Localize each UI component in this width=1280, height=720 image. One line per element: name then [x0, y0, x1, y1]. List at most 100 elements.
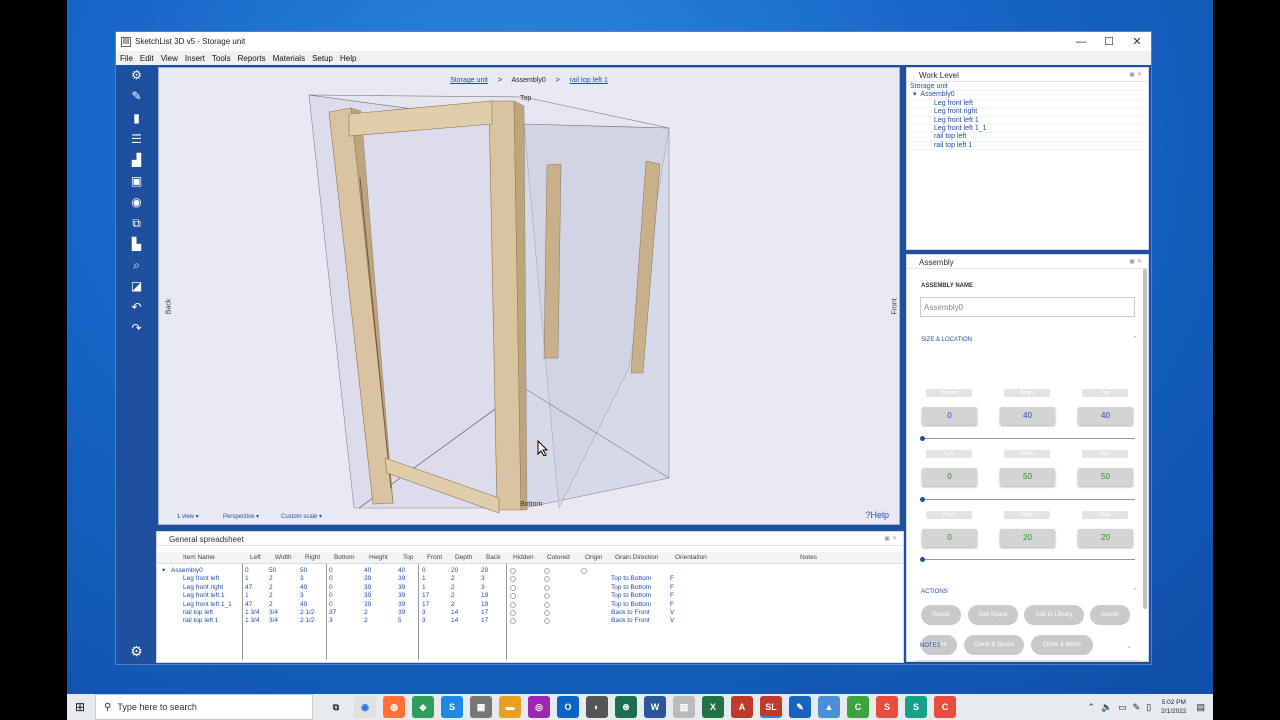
task-view-icon[interactable]: ⧉: [325, 696, 347, 718]
col-notes[interactable]: Notes: [800, 554, 817, 561]
add-to-library-button[interactable]: Add to Library: [1024, 605, 1084, 625]
tree-item[interactable]: rail top left: [910, 133, 1148, 142]
col-origin[interactable]: Origin: [585, 554, 602, 561]
maximize-button[interactable]: ☐: [1095, 35, 1123, 48]
col-colored[interactable]: Colored: [547, 554, 570, 561]
assembly-scrollbar[interactable]: [1143, 269, 1147, 609]
slider-knob[interactable]: [920, 436, 925, 441]
battery-icon[interactable]: ▯: [1146, 702, 1151, 713]
network-icon[interactable]: ▭: [1118, 702, 1127, 713]
panel-window-icons[interactable]: ▣✕: [1129, 258, 1144, 265]
col-depth[interactable]: Depth: [455, 554, 472, 561]
tree-assembly[interactable]: ▾ Assembly0: [910, 91, 1148, 100]
menu-setup[interactable]: Setup: [312, 54, 333, 63]
colored-radio[interactable]: [544, 618, 550, 625]
origin-radio[interactable]: [581, 568, 587, 574]
tree-root[interactable]: Storage unit: [910, 83, 1148, 92]
align-icon[interactable]: ▙: [129, 237, 144, 252]
panel-window-icons[interactable]: ▣✕: [1129, 71, 1144, 78]
actions-section[interactable]: ACTIONS: [921, 589, 948, 595]
back-value[interactable]: 20: [1078, 529, 1133, 547]
menu-file[interactable]: File: [120, 54, 133, 63]
assemblies-icon[interactable]: ⚙: [129, 68, 144, 83]
notifications-icon[interactable]: ▤: [1196, 702, 1205, 713]
table-row[interactable]: Leg front left 1_1 47 2 49 0 39 39 17 2 …: [157, 601, 674, 609]
col-orientation[interactable]: Orientation: [675, 554, 707, 561]
expand-icon[interactable]: ⌄: [1126, 642, 1132, 650]
taskbar-search-box[interactable]: ⚲ Type here to search: [95, 694, 313, 720]
close-button[interactable]: ✕: [1123, 35, 1151, 48]
col-grain-direction[interactable]: Grain Direction: [615, 554, 658, 561]
size-location-section[interactable]: SIZE & LOCATION: [921, 337, 972, 343]
app-icon[interactable]: ◐: [586, 696, 608, 718]
collapse-icon[interactable]: ⌃: [1132, 587, 1138, 595]
row-expand-icon[interactable]: ▾: [162, 567, 165, 575]
col-width[interactable]: Width: [275, 554, 292, 561]
table-row[interactable]: rail top left 1 3/4 3/4 2 1/2 37 2 39 3 …: [157, 609, 674, 617]
hidden-radio[interactable]: [510, 576, 516, 583]
clone-space-button[interactable]: Clone & Space: [964, 635, 1024, 655]
table-row[interactable]: Leg front right 47 2 49 0 39 39 1 2 3 To…: [157, 584, 674, 592]
delete-button[interactable]: Delete: [1090, 605, 1130, 625]
front-value[interactable]: 0: [922, 529, 977, 547]
table-row[interactable]: Leg front left 1 2 3 0 39 39 1 2 3 Top t…: [157, 575, 674, 583]
panel-window-icons[interactable]: ▣✕: [884, 535, 899, 542]
colored-radio[interactable]: [544, 568, 550, 574]
col-left[interactable]: Left: [250, 554, 261, 561]
scale-dropdown[interactable]: Custom scale ▾: [281, 513, 322, 520]
menu-help[interactable]: Help: [340, 54, 356, 63]
calculator-icon[interactable]: ▦: [470, 696, 492, 718]
table-row[interactable]: Leg front left 1 1 2 3 0 39 39 17 2 19 T…: [157, 592, 674, 600]
projection-dropdown[interactable]: Perspective ▾: [223, 513, 259, 520]
undo-icon[interactable]: ↶: [129, 300, 144, 315]
app-icon[interactable]: ⊛: [615, 696, 637, 718]
3d-viewport[interactable]: Storage unit > Assembly0 > rail top left…: [158, 67, 900, 525]
evernote-icon[interactable]: ◆: [412, 696, 434, 718]
slider-knob[interactable]: [920, 557, 925, 562]
clone-mirror-button[interactable]: Clone & Mirror: [1031, 635, 1093, 655]
width-value[interactable]: 50: [1000, 468, 1055, 486]
add-space-button[interactable]: Add Space: [968, 605, 1018, 625]
taskbar-clock[interactable]: 5:02 PM 2/1/2022: [1161, 698, 1186, 716]
colored-radio[interactable]: [544, 576, 550, 583]
app-icon[interactable]: ✎: [789, 696, 811, 718]
bottom-value[interactable]: 0: [922, 407, 977, 425]
resize-button[interactable]: Resize: [921, 605, 961, 625]
start-windows-icon[interactable]: ⊞: [71, 698, 89, 716]
camera-icon[interactable]: ◉: [129, 195, 144, 210]
menu-reports[interactable]: Reports: [238, 54, 266, 63]
col-hidden[interactable]: Hidden: [513, 554, 534, 561]
col-bottom[interactable]: Bottom: [334, 554, 355, 561]
app-icon[interactable]: S: [876, 696, 898, 718]
colored-radio[interactable]: [544, 584, 550, 591]
hidden-radio[interactable]: [510, 601, 516, 608]
colored-radio[interactable]: [544, 601, 550, 608]
height-value[interactable]: 40: [1000, 407, 1055, 425]
tree-item[interactable]: Leg front left 1: [910, 117, 1148, 125]
redo-icon[interactable]: ↷: [129, 321, 144, 336]
app-icon[interactable]: C: [934, 696, 956, 718]
browser-icon[interactable]: ◎: [528, 696, 550, 718]
board-icon[interactable]: ▮: [129, 111, 144, 126]
colored-radio[interactable]: [544, 593, 550, 600]
depth-value[interactable]: 20: [1000, 529, 1055, 547]
app-icon[interactable]: S: [905, 696, 927, 718]
col-height[interactable]: Height: [369, 554, 388, 561]
tree-item[interactable]: Leg front right: [910, 108, 1148, 117]
slider-knob[interactable]: [920, 497, 925, 502]
settings-gear-icon[interactable]: ⚙: [129, 644, 144, 659]
copy-icon[interactable]: ⧉: [129, 216, 144, 231]
drawer-icon[interactable]: ☰: [129, 132, 144, 147]
word-icon[interactable]: W: [644, 696, 666, 718]
excel-icon[interactable]: X: [702, 696, 724, 718]
hidden-radio[interactable]: [510, 568, 516, 574]
tree-expand-icon[interactable]: ▾: [913, 91, 917, 98]
firefox-icon[interactable]: ◍: [383, 696, 405, 718]
ruler-icon[interactable]: ✎: [129, 89, 144, 104]
col-top[interactable]: Top: [403, 554, 413, 561]
view-count-dropdown[interactable]: 1 view ▾: [177, 513, 199, 520]
menu-insert[interactable]: Insert: [185, 54, 205, 63]
tree-item[interactable]: Leg front left: [910, 100, 1148, 109]
colored-radio[interactable]: [544, 610, 550, 616]
col-front[interactable]: Front: [427, 554, 442, 561]
